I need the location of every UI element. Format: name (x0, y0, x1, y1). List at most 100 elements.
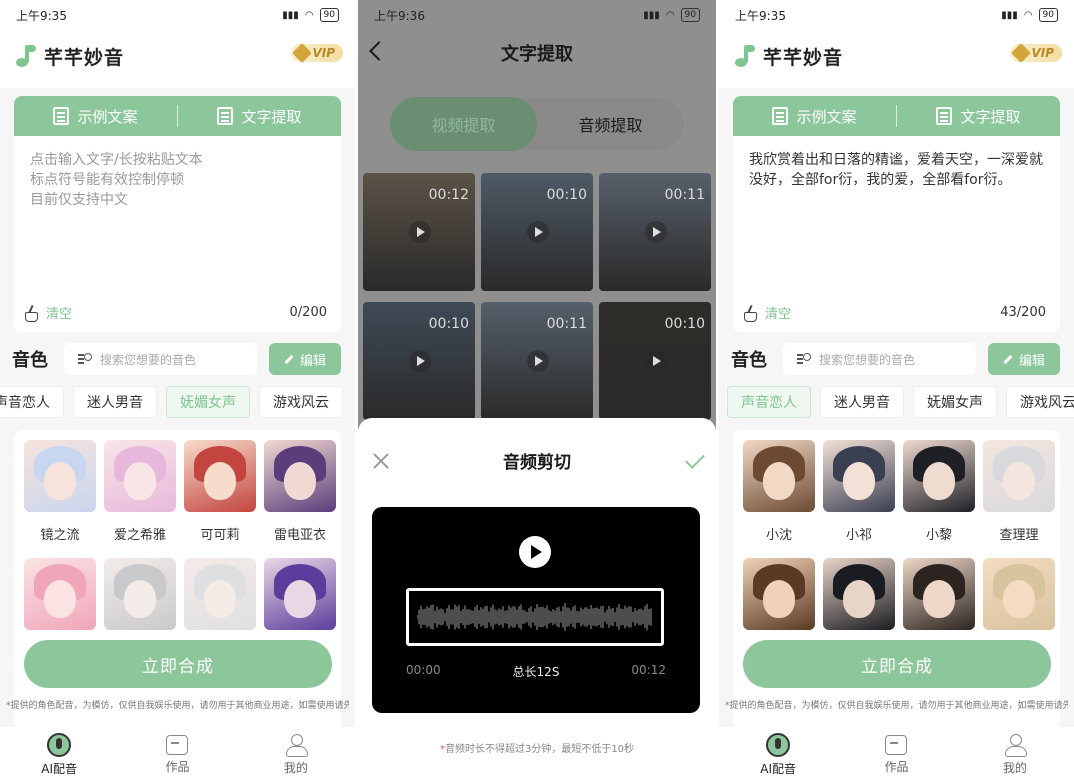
voice-card[interactable]: 小祁 (823, 440, 895, 543)
video-thumbnail[interactable]: 00:12 (363, 173, 475, 291)
avatar-face (923, 462, 955, 500)
edit-label: 编辑 (299, 353, 326, 369)
text-editor-card: 示例文案 文字提取 我欣赏着出和日落的精谧，爱着天空，一深爱就没好，全部for衍… (733, 96, 1060, 332)
voice-category-chip[interactable]: 妩媚女声 (166, 386, 250, 418)
voice-avatar (823, 558, 895, 630)
example-text-button[interactable]: 示例文案 (14, 106, 177, 127)
voice-card[interactable]: 镜之流 (24, 440, 96, 543)
text-editor-card: 示例文案 文字提取 点击输入文字/长按粘贴文本 标点符号能有效控制停顿 目前仅支… (14, 96, 341, 332)
voice-category-chip[interactable]: 迷人男音 (820, 386, 904, 418)
clear-button[interactable]: 清空 (743, 303, 791, 322)
tab-video-extract[interactable]: 视频提取 (390, 97, 537, 151)
video-thumbnail[interactable]: 00:10 (363, 302, 475, 420)
folder-icon (166, 735, 189, 755)
nav-works-label: 作品 (165, 760, 190, 774)
voice-toolbar: 音色 搜索您想要的音色 编辑 (731, 342, 1060, 376)
text-extract-screen: 上午9:36 ▮▮▮ ◠ 90 文字提取 视频提取 音频提取 00:12 00:1… (358, 0, 716, 783)
status-icons: ▮▮▮ ◠ 90 (643, 8, 700, 22)
voice-card[interactable]: 小黎 (903, 440, 975, 543)
edit-button[interactable]: 编辑 (988, 343, 1060, 375)
back-arrow-icon[interactable] (369, 41, 389, 61)
avatar-face (843, 580, 875, 618)
battery-icon: 90 (1038, 8, 1058, 22)
voice-name: 雷电亚衣 (273, 528, 326, 543)
tab-audio-extract[interactable]: 音频提取 (537, 97, 684, 151)
search-icon (797, 353, 811, 365)
synthesize-button[interactable]: 立即合成 (24, 640, 332, 688)
wifi-icon: ◠ (665, 9, 675, 21)
avatar-face (923, 580, 955, 618)
voice-search-input[interactable]: 搜索您想要的音色 (783, 343, 976, 375)
text-extract-button[interactable]: 文字提取 (178, 106, 341, 127)
play-icon[interactable] (519, 536, 551, 568)
voice-category-chips: 声音恋人 迷人男音 妩媚女声 游戏风云 (0, 386, 355, 420)
disclaimer-text: *提供的角色配音，为模仿，仅供自我娱乐使用，请勿用于其他商业用途，如需使用请先获… (725, 701, 1068, 711)
play-icon (645, 221, 667, 243)
voice-category-chip[interactable]: 游戏风云 (259, 386, 343, 418)
voice-category-chip[interactable]: 游戏风云 (1006, 386, 1074, 418)
text-input[interactable]: 点击输入文字/长按粘贴文本 标点符号能有效控制停顿 目前仅支持中文 (14, 136, 341, 224)
nav-ai-dubbing[interactable]: AI配音 (719, 727, 837, 783)
nav-ai-label: AI配音 (41, 762, 78, 776)
avatar-face (204, 580, 236, 618)
screenshot-collage: 上午9:35 ▮▮▮ ◠ 90 芊芊妙音 VIP 示例文案 文字提取 点击输入文… (0, 0, 1074, 783)
nav-mine[interactable]: 我的 (956, 727, 1074, 783)
voice-category-chip[interactable]: 声音恋人 (0, 386, 64, 418)
nav-works[interactable]: 作品 (118, 727, 236, 783)
voice-card[interactable]: 雷电亚衣 (264, 440, 336, 543)
status-bar: 上午9:35 ▮▮▮ ◠ 90 (719, 0, 1074, 30)
voice-card[interactable]: 爱之希雅 (104, 440, 176, 543)
nav-mine[interactable]: 我的 (237, 727, 355, 783)
microphone-icon (766, 733, 791, 757)
vip-button[interactable]: VIP (1010, 43, 1062, 63)
avatar-face (763, 462, 795, 500)
voice-avatar (24, 440, 96, 512)
voice-card[interactable]: 小沈 (743, 440, 815, 543)
example-text-button[interactable]: 示例文案 (733, 106, 896, 127)
status-bar: 上午9:36 ▮▮▮ ◠ 90 (358, 0, 716, 30)
voice-card[interactable]: 查理理 (983, 440, 1055, 543)
video-thumbnail[interactable]: 00:10 (599, 302, 711, 420)
voice-avatar (24, 558, 96, 630)
clear-button[interactable]: 清空 (24, 303, 72, 322)
video-thumbnail[interactable]: 00:11 (599, 173, 711, 291)
voice-toolbar: 音色 搜索您想要的音色 编辑 (12, 342, 341, 376)
voice-synthesis-screen-empty: 上午9:35 ▮▮▮ ◠ 90 芊芊妙音 VIP 示例文案 文字提取 点击输入文… (0, 0, 355, 783)
editor-tabs: 示例文案 文字提取 (14, 96, 341, 136)
editor-tabs: 示例文案 文字提取 (733, 96, 1060, 136)
voice-category-chip[interactable]: 声音恋人 (727, 386, 811, 418)
text-extract-button[interactable]: 文字提取 (897, 106, 1060, 127)
avatar-face (284, 580, 316, 618)
voice-search-input[interactable]: 搜索您想要的音色 (64, 343, 257, 375)
synthesize-button[interactable]: 立即合成 (743, 640, 1051, 688)
video-thumbnail[interactable]: 00:10 (481, 173, 593, 291)
text-input[interactable]: 我欣赏着出和日落的精谧，爱着天空，一深爱就没好，全部for衍，我的爱，全部看fo… (733, 136, 1060, 204)
image-text-icon (936, 107, 953, 125)
extract-mode-switch: 视频提取 音频提取 (390, 97, 684, 151)
music-note-logo-icon (731, 43, 757, 69)
voice-name: 小黎 (925, 528, 952, 543)
vip-label: VIP (1031, 46, 1054, 60)
nav-ai-dubbing[interactable]: AI配音 (0, 727, 118, 783)
voice-card[interactable]: 可可莉 (184, 440, 256, 543)
nav-works[interactable]: 作品 (837, 727, 955, 783)
wifi-icon: ◠ (1023, 9, 1033, 21)
microphone-icon (47, 733, 72, 757)
play-icon (409, 350, 431, 372)
broom-icon (743, 305, 757, 322)
edit-button[interactable]: 编辑 (269, 343, 341, 375)
video-duration: 00:12 (428, 187, 469, 203)
video-duration: 00:10 (546, 187, 587, 203)
voice-category-chip[interactable]: 迷人男音 (73, 386, 157, 418)
voice-avatar (184, 440, 256, 512)
waveform-trim-selector[interactable] (406, 588, 664, 646)
video-thumbnail[interactable]: 00:11 (481, 302, 593, 420)
vip-button[interactable]: VIP (291, 43, 343, 63)
voice-category-chip[interactable]: 妩媚女声 (913, 386, 997, 418)
voice-avatar (903, 440, 975, 512)
voice-section-title: 音色 (12, 350, 48, 371)
pencil-icon (284, 354, 294, 364)
voice-avatar (823, 440, 895, 512)
example-text-label: 示例文案 (77, 107, 138, 126)
status-bar: 上午9:35 ▮▮▮ ◠ 90 (0, 0, 355, 30)
